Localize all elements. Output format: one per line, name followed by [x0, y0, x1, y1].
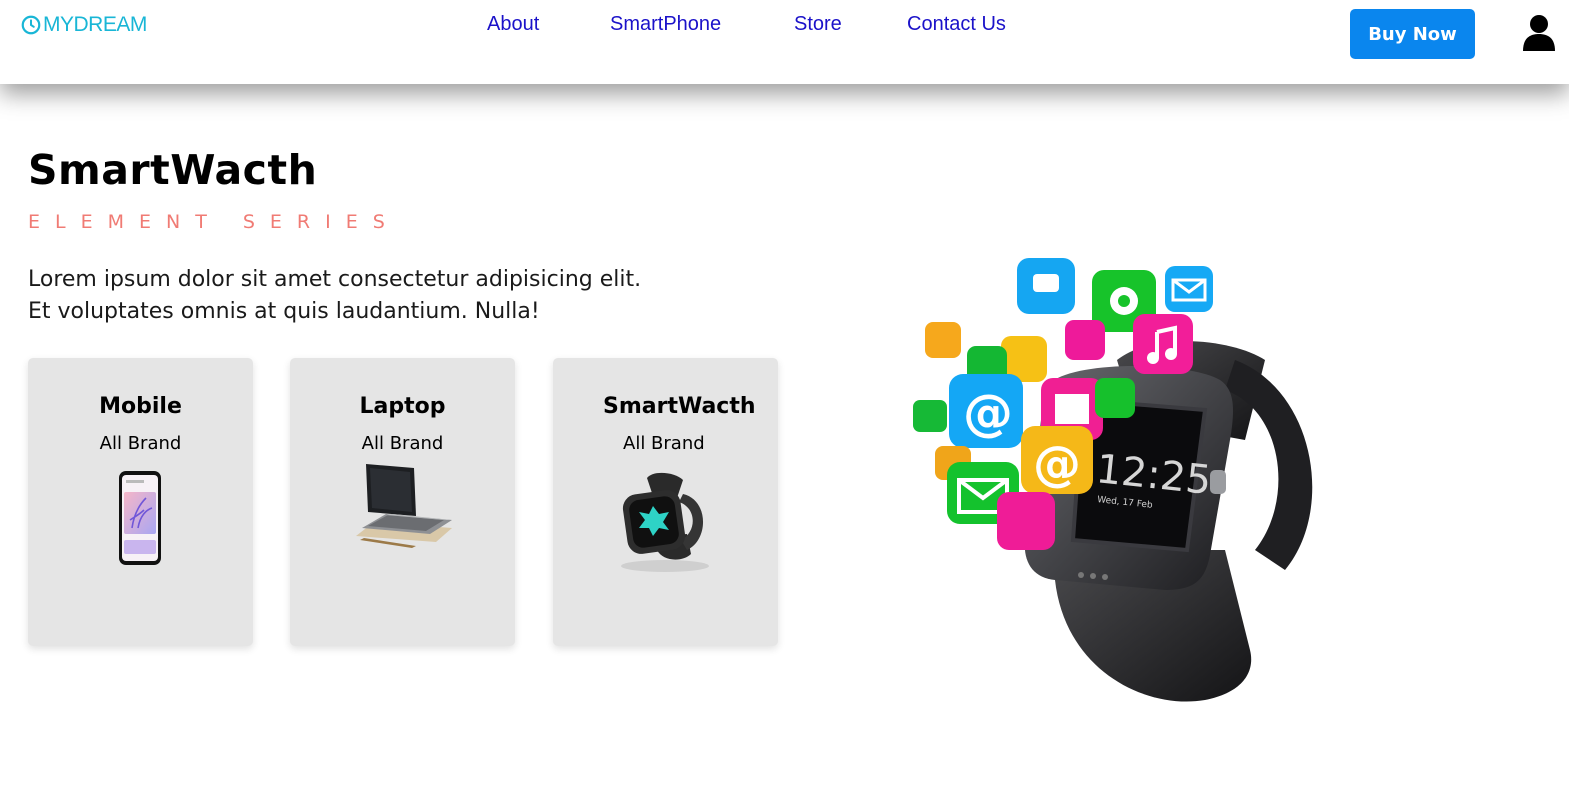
hero-subtitle: ELEMENT SERIES: [28, 211, 400, 233]
svg-text:@: @: [1033, 436, 1081, 492]
category-subtitle: All Brand: [361, 433, 444, 454]
site-header: MYDREAM About SmartPhone Store Contact U…: [0, 0, 1569, 84]
category-card-mobile[interactable]: Mobile All Brand: [28, 358, 253, 646]
category-title: Laptop: [359, 394, 446, 419]
clock-icon: [21, 15, 41, 35]
logo-text: MYDREAM: [43, 13, 147, 36]
category-card-laptop[interactable]: Laptop All Brand: [290, 358, 515, 646]
laptop-image: [356, 464, 452, 548]
hero-description-line-2: Et voluptates omnis at quis laudantium. …: [28, 299, 540, 324]
user-icon[interactable]: [1522, 14, 1556, 52]
main-nav: About SmartPhone Store Contact Us: [487, 13, 1006, 36]
smartwatch-image: [621, 472, 709, 572]
nav-store[interactable]: Store: [794, 13, 907, 36]
phone-image: [119, 471, 161, 565]
category-card-smartwatch[interactable]: SmartWacth All Brand: [553, 358, 778, 646]
category-subtitle: All Brand: [99, 433, 182, 454]
category-title: SmartWacth: [603, 394, 756, 419]
svg-text:@: @: [963, 384, 1013, 442]
hero-description-line-1: Lorem ipsum dolor sit amet consectetur a…: [28, 267, 642, 292]
hero-smartwatch-image: 12:25 Wed, 17 Feb @ @: [913, 258, 1313, 702]
nav-contact-us[interactable]: Contact Us: [907, 13, 1006, 36]
buy-now-button[interactable]: Buy Now: [1350, 9, 1475, 59]
category-subtitle: All Brand: [623, 433, 705, 454]
category-title: Mobile: [99, 394, 182, 419]
hero-description: Lorem ipsum dolor sit amet consectetur a…: [28, 264, 748, 328]
logo[interactable]: MYDREAM: [20, 12, 147, 38]
nav-smartphone[interactable]: SmartPhone: [610, 13, 794, 36]
nav-about[interactable]: About: [487, 13, 610, 36]
hero-title: SmartWacth: [28, 146, 318, 194]
